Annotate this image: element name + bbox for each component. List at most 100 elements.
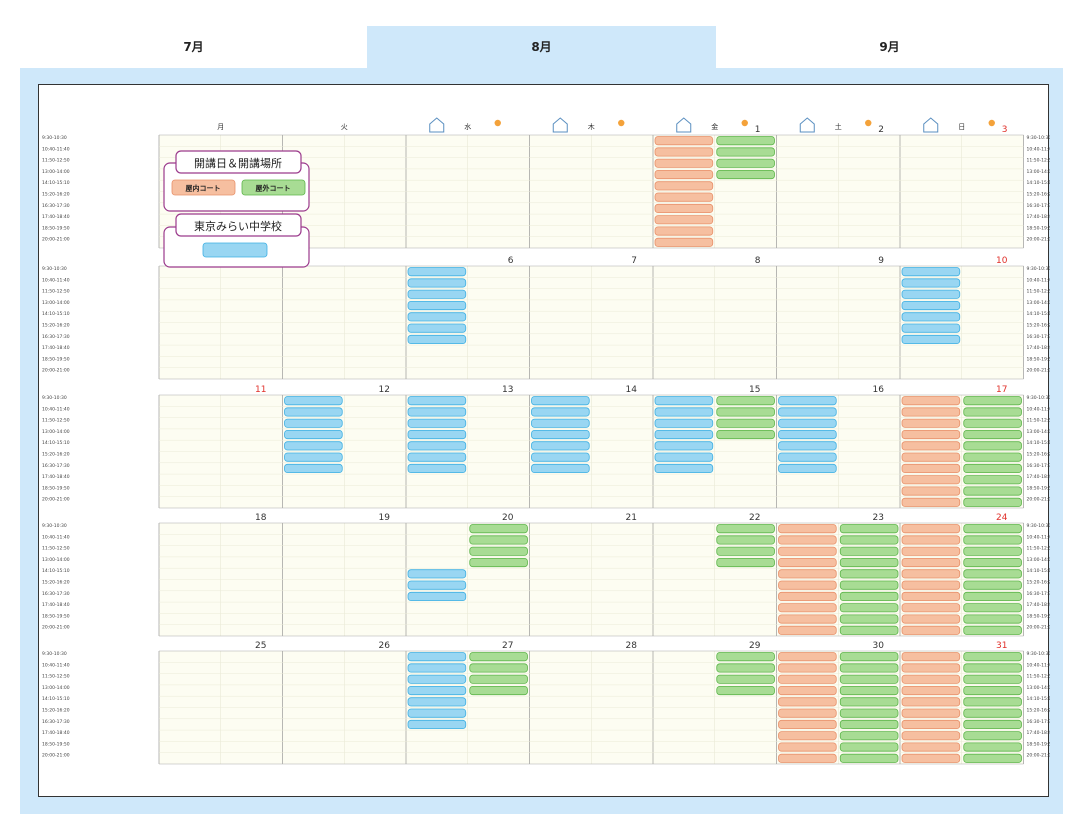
indoor-session-slot[interactable] bbox=[654, 226, 714, 236]
outdoor-session-slot[interactable] bbox=[963, 603, 1022, 613]
school-session-slot[interactable] bbox=[407, 452, 467, 462]
indoor-session-slot[interactable] bbox=[901, 708, 961, 718]
school-session-slot[interactable] bbox=[901, 300, 961, 311]
indoor-session-slot[interactable] bbox=[901, 546, 961, 556]
outdoor-session-slot[interactable] bbox=[963, 475, 1022, 485]
outdoor-session-slot[interactable] bbox=[839, 569, 899, 579]
outdoor-session-slot[interactable] bbox=[839, 614, 899, 624]
indoor-session-slot[interactable] bbox=[778, 731, 837, 741]
indoor-session-slot[interactable] bbox=[778, 614, 837, 624]
school-session-slot[interactable] bbox=[654, 463, 714, 473]
indoor-session-slot[interactable] bbox=[778, 625, 837, 635]
school-session-slot[interactable] bbox=[407, 418, 467, 428]
outdoor-session-slot[interactable] bbox=[716, 147, 775, 157]
indoor-session-slot[interactable] bbox=[778, 591, 837, 601]
indoor-session-slot[interactable] bbox=[901, 486, 961, 496]
tab-august[interactable]: 8月 bbox=[367, 26, 716, 68]
school-session-slot[interactable] bbox=[407, 407, 467, 417]
school-session-slot[interactable] bbox=[654, 407, 714, 417]
school-session-slot[interactable] bbox=[531, 441, 590, 451]
indoor-session-slot[interactable] bbox=[778, 674, 837, 684]
school-session-slot[interactable] bbox=[407, 300, 467, 311]
school-session-slot[interactable] bbox=[531, 452, 590, 462]
outdoor-session-slot[interactable] bbox=[963, 546, 1022, 556]
outdoor-session-slot[interactable] bbox=[963, 580, 1022, 590]
school-session-slot[interactable] bbox=[901, 312, 961, 322]
indoor-session-slot[interactable] bbox=[901, 475, 961, 485]
school-session-slot[interactable] bbox=[901, 267, 961, 277]
school-session-slot[interactable] bbox=[654, 452, 714, 462]
school-session-slot[interactable] bbox=[407, 569, 467, 579]
outdoor-session-slot[interactable] bbox=[469, 663, 528, 673]
school-session-slot[interactable] bbox=[407, 663, 467, 673]
indoor-session-slot[interactable] bbox=[901, 569, 961, 579]
school-session-slot[interactable] bbox=[778, 418, 837, 428]
school-session-slot[interactable] bbox=[407, 463, 467, 473]
outdoor-session-slot[interactable] bbox=[963, 524, 1022, 534]
outdoor-session-slot[interactable] bbox=[963, 497, 1022, 507]
outdoor-session-slot[interactable] bbox=[716, 170, 775, 180]
outdoor-session-slot[interactable] bbox=[716, 407, 775, 417]
outdoor-session-slot[interactable] bbox=[963, 686, 1022, 696]
indoor-session-slot[interactable] bbox=[901, 396, 961, 406]
school-session-slot[interactable] bbox=[531, 418, 590, 428]
indoor-session-slot[interactable] bbox=[778, 708, 837, 718]
outdoor-session-slot[interactable] bbox=[963, 697, 1022, 707]
school-session-slot[interactable] bbox=[654, 429, 714, 440]
indoor-session-slot[interactable] bbox=[778, 524, 837, 534]
school-session-slot[interactable] bbox=[901, 334, 961, 345]
outdoor-session-slot[interactable] bbox=[839, 719, 899, 729]
indoor-session-slot[interactable] bbox=[778, 697, 837, 707]
outdoor-session-slot[interactable] bbox=[716, 158, 775, 168]
indoor-session-slot[interactable] bbox=[901, 731, 961, 741]
school-session-slot[interactable] bbox=[284, 396, 343, 406]
outdoor-session-slot[interactable] bbox=[963, 557, 1022, 568]
outdoor-session-slot[interactable] bbox=[839, 731, 899, 741]
outdoor-session-slot[interactable] bbox=[839, 591, 899, 601]
indoor-session-slot[interactable] bbox=[654, 203, 714, 214]
outdoor-session-slot[interactable] bbox=[963, 753, 1022, 763]
outdoor-session-slot[interactable] bbox=[716, 557, 775, 568]
outdoor-session-slot[interactable] bbox=[839, 580, 899, 590]
outdoor-session-slot[interactable] bbox=[716, 396, 775, 406]
outdoor-session-slot[interactable] bbox=[839, 697, 899, 707]
outdoor-session-slot[interactable] bbox=[963, 407, 1022, 417]
indoor-session-slot[interactable] bbox=[778, 663, 837, 673]
outdoor-session-slot[interactable] bbox=[716, 418, 775, 428]
outdoor-session-slot[interactable] bbox=[963, 418, 1022, 428]
outdoor-session-slot[interactable] bbox=[469, 686, 528, 696]
school-session-slot[interactable] bbox=[407, 652, 467, 662]
outdoor-session-slot[interactable] bbox=[839, 753, 899, 763]
school-session-slot[interactable] bbox=[778, 407, 837, 417]
indoor-session-slot[interactable] bbox=[901, 652, 961, 662]
indoor-session-slot[interactable] bbox=[901, 663, 961, 673]
outdoor-session-slot[interactable] bbox=[839, 557, 899, 568]
indoor-session-slot[interactable] bbox=[901, 452, 961, 462]
outdoor-session-slot[interactable] bbox=[963, 719, 1022, 729]
indoor-session-slot[interactable] bbox=[901, 719, 961, 729]
indoor-session-slot[interactable] bbox=[654, 170, 714, 180]
school-session-slot[interactable] bbox=[531, 396, 590, 406]
outdoor-session-slot[interactable] bbox=[963, 463, 1022, 473]
indoor-session-slot[interactable] bbox=[778, 546, 837, 556]
school-session-slot[interactable] bbox=[284, 429, 343, 440]
tab-september[interactable]: 9月 bbox=[716, 26, 1063, 68]
outdoor-session-slot[interactable] bbox=[839, 603, 899, 613]
outdoor-session-slot[interactable] bbox=[839, 742, 899, 752]
school-session-slot[interactable] bbox=[407, 686, 467, 696]
outdoor-session-slot[interactable] bbox=[839, 674, 899, 684]
school-session-slot[interactable] bbox=[407, 697, 467, 707]
outdoor-session-slot[interactable] bbox=[716, 663, 775, 673]
indoor-session-slot[interactable] bbox=[654, 147, 714, 157]
outdoor-session-slot[interactable] bbox=[963, 535, 1022, 545]
tab-july[interactable]: 7月 bbox=[20, 26, 367, 68]
school-session-slot[interactable] bbox=[407, 289, 467, 299]
indoor-session-slot[interactable] bbox=[901, 753, 961, 763]
indoor-session-slot[interactable] bbox=[901, 614, 961, 624]
outdoor-session-slot[interactable] bbox=[963, 486, 1022, 496]
outdoor-session-slot[interactable] bbox=[716, 674, 775, 684]
outdoor-session-slot[interactable] bbox=[963, 429, 1022, 440]
school-session-slot[interactable] bbox=[778, 441, 837, 451]
outdoor-session-slot[interactable] bbox=[469, 652, 528, 662]
school-session-slot[interactable] bbox=[901, 278, 961, 288]
